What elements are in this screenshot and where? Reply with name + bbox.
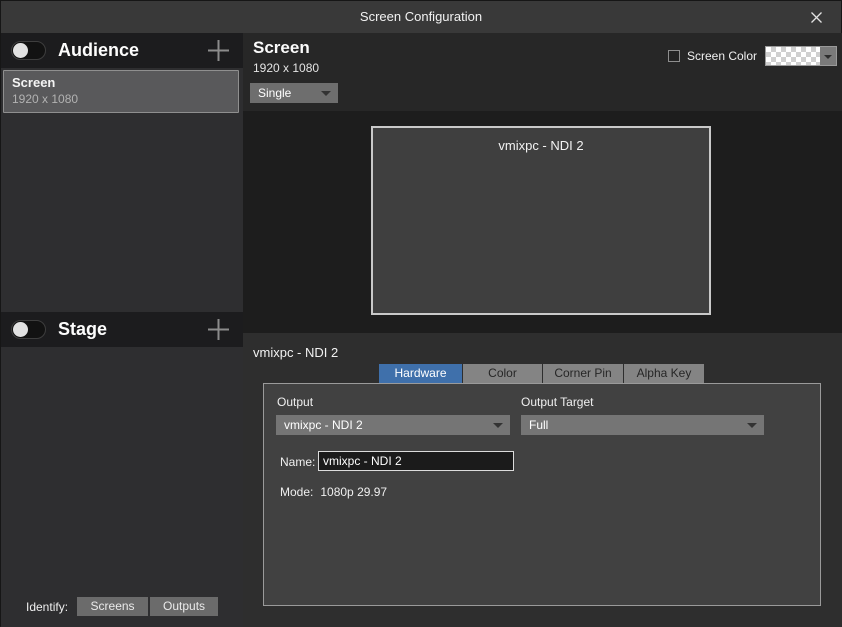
close-button[interactable]: [799, 1, 833, 33]
name-input[interactable]: [318, 451, 514, 471]
tab-corner-pin[interactable]: Corner Pin: [543, 364, 623, 383]
audience-section-header: Audience: [1, 33, 243, 68]
output-preview-box[interactable]: vmixpc - NDI 2: [371, 126, 711, 315]
screen-item-resolution: 1920 x 1080: [12, 92, 230, 106]
main-header: Screen 1920 x 1080 Screen Color Single: [243, 33, 842, 111]
identify-row: Identify: Screens Outputs: [26, 597, 218, 616]
panel-title: vmixpc - NDI 2: [253, 345, 338, 360]
sidebar: Audience Screen 1920 x 1080 Stage Identi…: [1, 33, 243, 627]
window-title: Screen Configuration: [1, 1, 841, 33]
identify-label: Identify:: [26, 600, 68, 614]
screen-color-picker[interactable]: [765, 46, 837, 66]
preview-output-label: vmixpc - NDI 2: [373, 138, 709, 153]
tab-hardware[interactable]: Hardware: [379, 364, 462, 383]
stage-toggle[interactable]: [11, 320, 46, 339]
main-area: Screen 1920 x 1080 Screen Color Single v…: [243, 33, 842, 627]
chevron-down-icon: [820, 47, 836, 65]
toggle-knob: [13, 43, 28, 58]
screen-color-checkbox[interactable]: [668, 50, 680, 62]
layout-dropdown[interactable]: Single: [250, 83, 338, 103]
sidebar-item-screen[interactable]: Screen 1920 x 1080: [3, 70, 239, 113]
screen-color-group: Screen Color: [668, 46, 837, 66]
output-label: Output: [277, 395, 313, 409]
page-resolution: 1920 x 1080: [253, 61, 319, 75]
plus-icon: [207, 318, 230, 341]
screen-item-title: Screen: [12, 75, 230, 90]
transparent-swatch: [766, 47, 820, 65]
add-stage-screen-button[interactable]: [205, 317, 231, 343]
name-label: Name:: [280, 455, 315, 469]
stage-section-label: Stage: [58, 319, 107, 340]
titlebar: Screen Configuration: [1, 1, 841, 33]
toggle-knob: [13, 322, 28, 337]
output-dropdown[interactable]: vmixpc - NDI 2: [276, 415, 510, 435]
page-title: Screen: [253, 38, 310, 58]
mode-label: Mode:: [280, 485, 313, 499]
mode-row: Mode: 1080p 29.97: [280, 485, 394, 499]
screen-configuration-window: Screen Configuration Audience Screen 192…: [0, 0, 842, 626]
screen-color-label: Screen Color: [687, 49, 757, 63]
add-audience-screen-button[interactable]: [205, 38, 231, 64]
identify-outputs-button[interactable]: Outputs: [150, 597, 218, 616]
close-icon: [810, 11, 823, 24]
audience-section-label: Audience: [58, 40, 139, 61]
settings-tabs: Hardware Color Corner Pin Alpha Key: [379, 364, 704, 383]
tab-alpha-key[interactable]: Alpha Key: [624, 364, 704, 383]
screen-preview-area: vmixpc - NDI 2: [243, 111, 842, 333]
identify-screens-button[interactable]: Screens: [77, 597, 148, 616]
output-target-label: Output Target: [521, 395, 594, 409]
output-settings-panel: vmixpc - NDI 2 Hardware Color Corner Pin…: [243, 333, 842, 627]
audience-toggle[interactable]: [11, 41, 46, 60]
mode-value: 1080p 29.97: [320, 485, 387, 499]
tab-color[interactable]: Color: [463, 364, 542, 383]
hardware-tab-content: Output vmixpc - NDI 2 Output Target Full…: [263, 383, 821, 606]
plus-icon: [207, 39, 230, 62]
output-target-dropdown[interactable]: Full: [521, 415, 764, 435]
stage-section-header: Stage: [1, 312, 243, 347]
